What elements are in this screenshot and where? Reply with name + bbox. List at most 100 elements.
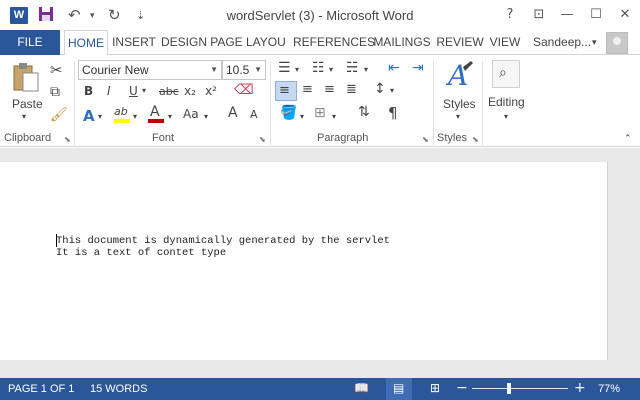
- superscript-button[interactable]: x²: [205, 84, 217, 98]
- zoom-in-button[interactable]: +: [574, 380, 586, 396]
- tab-page-layout[interactable]: PAGE LAYOU: [210, 30, 286, 55]
- tab-file[interactable]: FILE: [0, 30, 60, 55]
- change-case-button[interactable]: Aa: [183, 107, 199, 121]
- tab-insert[interactable]: INSERT: [110, 30, 158, 55]
- ribbon: Paste ▾ ✂ ⧉ 🖌 Clipboard ⬊ Courier New ▼ …: [0, 55, 640, 147]
- paste-dropdown-icon[interactable]: ▾: [22, 112, 26, 121]
- font-launcher-icon[interactable]: ⬊: [259, 135, 266, 144]
- avatar[interactable]: [606, 32, 628, 54]
- font-color-button[interactable]: A: [150, 104, 160, 120]
- align-left-icon: ≡: [279, 83, 290, 98]
- line-spacing-icon[interactable]: ↕: [374, 81, 386, 97]
- styles-button[interactable]: Styles: [443, 97, 476, 111]
- chevron-down-icon[interactable]: ▼: [254, 61, 262, 79]
- multilevel-dropdown-icon[interactable]: ▾: [364, 65, 368, 74]
- justify-icon[interactable]: ≣: [346, 82, 357, 97]
- numbering-dropdown-icon[interactable]: ▾: [329, 65, 333, 74]
- shading-dropdown-icon[interactable]: ▾: [300, 112, 304, 121]
- document-line-2[interactable]: It is a text of contet type: [56, 247, 226, 259]
- cut-icon[interactable]: ✂: [50, 61, 63, 79]
- numbering-icon[interactable]: ☷: [312, 60, 325, 76]
- paragraph-launcher-icon[interactable]: ⬊: [422, 135, 429, 144]
- font-size-combo[interactable]: 10.5 ▼: [222, 60, 266, 80]
- shading-icon[interactable]: 🪣: [280, 105, 297, 121]
- font-name-value: Courier New: [82, 63, 149, 77]
- document-page[interactable]: [0, 162, 608, 360]
- collapse-ribbon-icon[interactable]: ⌃: [624, 134, 632, 144]
- styles-icon[interactable]: A: [445, 59, 475, 92]
- zoom-slider-thumb[interactable]: [507, 383, 511, 394]
- styles-launcher-icon[interactable]: ⬊: [472, 135, 479, 144]
- editing-button[interactable]: Editing: [488, 95, 525, 109]
- editing-icon[interactable]: ⌕: [492, 60, 520, 88]
- italic-button[interactable]: I: [107, 84, 111, 98]
- bullets-icon[interactable]: ☰: [278, 60, 291, 76]
- bold-button[interactable]: B: [84, 84, 93, 98]
- paragraph-group-label: Paragraph: [317, 132, 369, 144]
- clear-formatting-icon[interactable]: ⌫: [234, 82, 254, 98]
- close-button[interactable]: ✕: [614, 5, 636, 25]
- font-color-dropdown-icon[interactable]: ▾: [168, 112, 172, 121]
- underline-button[interactable]: U: [129, 84, 138, 98]
- read-mode-icon[interactable]: 📖: [354, 381, 369, 395]
- user-name[interactable]: Sandeep...: [533, 30, 591, 55]
- styles-dropdown-icon[interactable]: ▾: [456, 112, 460, 121]
- format-painter-icon[interactable]: 🖌: [50, 107, 68, 123]
- highlight-button[interactable]: ab: [114, 105, 128, 118]
- zoom-out-button[interactable]: −: [456, 380, 468, 396]
- clipboard-launcher-icon[interactable]: ⬊: [64, 135, 71, 144]
- highlight-color-bar: [114, 119, 130, 123]
- tab-design[interactable]: DESIGN: [160, 30, 208, 55]
- minimize-button[interactable]: —: [556, 5, 578, 25]
- print-layout-icon: ▤: [393, 381, 405, 395]
- zoom-slider-track[interactable]: [472, 388, 568, 389]
- document-line-1[interactable]: This document is dynamically generated b…: [56, 235, 390, 247]
- binoculars-icon: ⌕: [499, 65, 507, 81]
- ribbon-tabs: FILE HOME INSERT DESIGN PAGE LAYOU REFER…: [0, 30, 640, 56]
- highlight-dropdown-icon[interactable]: ▾: [133, 112, 137, 121]
- zoom-level[interactable]: 77%: [598, 383, 620, 395]
- ribbon-display-options-icon[interactable]: ⊡: [528, 5, 550, 25]
- print-layout-button[interactable]: ▤: [386, 378, 412, 400]
- align-right-icon[interactable]: ≡: [324, 82, 335, 97]
- increase-indent-icon[interactable]: ⇥: [412, 60, 424, 76]
- page-count[interactable]: PAGE 1 OF 1: [8, 383, 74, 395]
- borders-dropdown-icon[interactable]: ▾: [332, 112, 336, 121]
- paste-button[interactable]: Paste: [12, 97, 43, 111]
- text-effects-button[interactable]: A: [83, 107, 95, 125]
- editing-dropdown-icon[interactable]: ▾: [504, 112, 508, 121]
- bullets-dropdown-icon[interactable]: ▾: [295, 65, 299, 74]
- multilevel-list-icon[interactable]: ☵: [346, 60, 359, 76]
- grow-font-button[interactable]: A: [228, 105, 238, 121]
- maximize-button[interactable]: ☐: [585, 5, 607, 25]
- chevron-down-icon[interactable]: ▼: [210, 61, 218, 79]
- change-case-dropdown-icon[interactable]: ▾: [204, 112, 208, 121]
- text-effects-dropdown-icon[interactable]: ▾: [98, 112, 102, 121]
- copy-icon[interactable]: ⧉: [50, 84, 60, 100]
- show-hide-marks-button[interactable]: ¶: [388, 104, 398, 122]
- shrink-font-button[interactable]: A: [250, 108, 258, 121]
- strikethrough-button[interactable]: abc: [159, 85, 179, 98]
- word-count[interactable]: 15 WORDS: [90, 383, 147, 395]
- subscript-button[interactable]: x₂: [184, 84, 196, 98]
- font-name-combo[interactable]: Courier New ▼: [78, 60, 222, 80]
- paste-icon[interactable]: [12, 61, 40, 93]
- tab-home[interactable]: HOME: [64, 30, 108, 56]
- borders-icon[interactable]: ⊞: [314, 105, 326, 121]
- align-center-icon[interactable]: ≡: [302, 82, 313, 97]
- font-group-label: Font: [152, 132, 175, 144]
- web-layout-icon[interactable]: ⊞: [430, 381, 440, 395]
- align-left-button[interactable]: ≡: [275, 81, 297, 101]
- tab-references[interactable]: REFERENCES: [293, 30, 375, 55]
- sort-icon[interactable]: ⇅: [358, 104, 370, 120]
- decrease-indent-icon[interactable]: ⇤: [388, 60, 400, 76]
- font-color-bar: [148, 119, 164, 123]
- line-spacing-dropdown-icon[interactable]: ▾: [390, 86, 394, 95]
- divider: [433, 61, 434, 145]
- tab-view[interactable]: VIEW: [487, 30, 523, 55]
- tab-review[interactable]: REVIEW: [436, 30, 484, 55]
- user-dropdown-icon[interactable]: ▾: [592, 30, 597, 55]
- help-button[interactable]: ?: [499, 5, 521, 25]
- tab-mailings[interactable]: MAILINGS: [371, 30, 433, 55]
- underline-dropdown-icon[interactable]: ▾: [142, 86, 146, 95]
